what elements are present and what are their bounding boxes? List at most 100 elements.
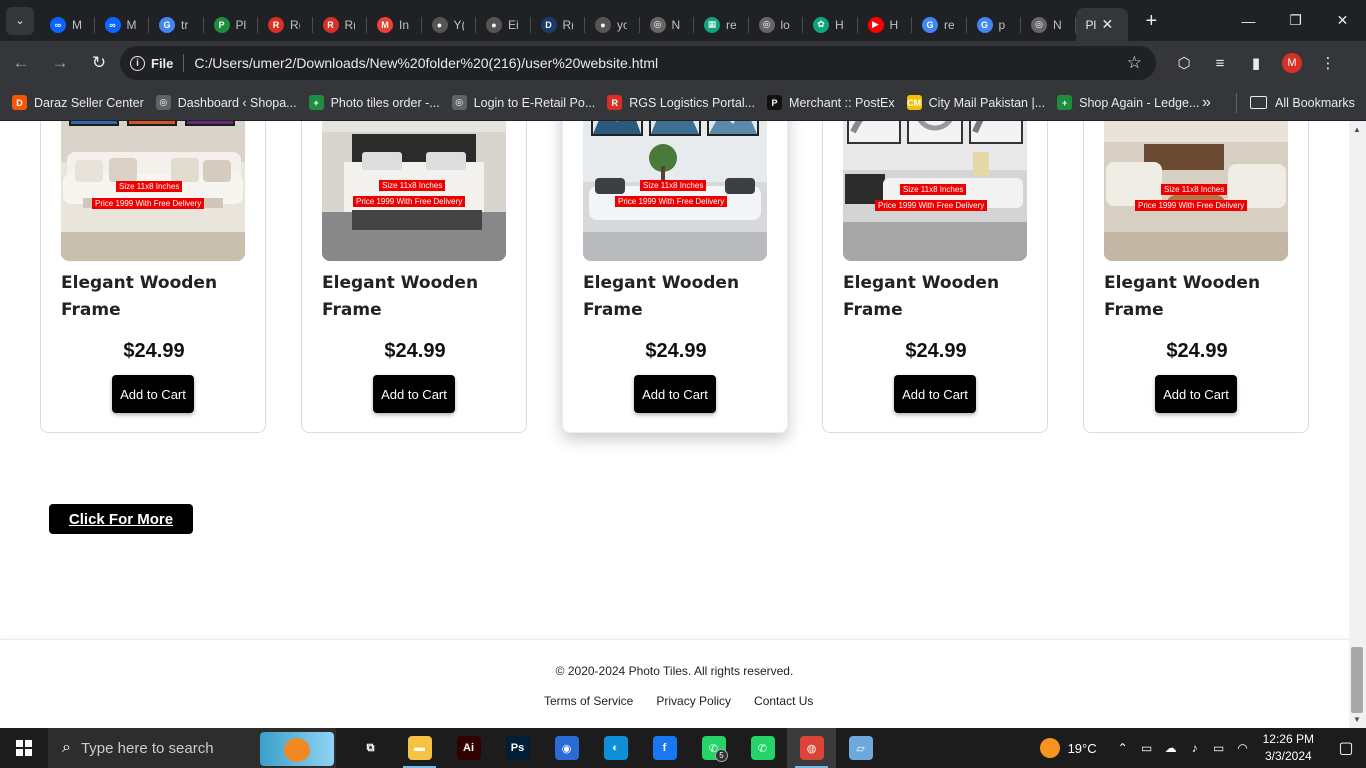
product-image[interactable]: Size 11x8 Inches Price 1999 With Free De…	[322, 121, 506, 261]
taskbar-app-edge[interactable]: ◐	[591, 728, 640, 768]
taskbar-app-whatsapp-web[interactable]: ✆	[738, 728, 787, 768]
taskbar-app-illustrator[interactable]: Ai	[444, 728, 493, 768]
taskbar-app-notepad[interactable]: ▱	[836, 728, 885, 768]
bookmark-item[interactable]: + Photo tiles order -...	[308, 95, 440, 110]
browser-tab[interactable]: ✿ H	[803, 8, 858, 41]
taskbar-app-task-view[interactable]: ⧉	[346, 728, 395, 768]
tray-icons: ⌃ ▭ ☁ ♪ ▭ ◠	[1111, 741, 1255, 755]
illustrator-icon: Ai	[456, 736, 481, 760]
volume-icon[interactable]: ♪	[1183, 741, 1207, 755]
product-image[interactable]: Size 11x8 Inches Price 1999 With Free De…	[61, 121, 245, 261]
browser-tab[interactable]: R R(	[258, 8, 313, 41]
back-button[interactable]: ←	[3, 45, 39, 81]
forward-button[interactable]: →	[42, 45, 78, 81]
new-tab-button[interactable]: +	[1146, 10, 1158, 33]
browser-tab[interactable]: R R(	[313, 8, 368, 41]
browser-tab[interactable]: ● yo	[585, 8, 640, 41]
taskbar-app-chrome[interactable]: ◍	[787, 728, 836, 768]
media-control-icon[interactable]: ≡	[1202, 45, 1238, 81]
page-viewport: Size 11x8 Inches Price 1999 With Free De…	[0, 121, 1349, 728]
browser-tab[interactable]: Gre	[912, 8, 967, 41]
all-bookmarks-button[interactable]: All Bookmarks	[1250, 96, 1355, 110]
contact-link[interactable]: Contact Us	[754, 694, 813, 708]
profile-avatar[interactable]: M	[1282, 53, 1302, 73]
bookmark-item[interactable]: R RGS Logistics Portal...	[607, 95, 755, 110]
add-to-cart-button[interactable]: Add to Cart	[112, 375, 194, 413]
bookmark-item[interactable]: D Daraz Seller Center	[12, 95, 144, 110]
browser-tab[interactable]: ◎ N	[640, 8, 695, 41]
start-button[interactable]	[0, 728, 48, 768]
close-tab-icon[interactable]: ✕	[1102, 16, 1114, 33]
privacy-link[interactable]: Privacy Policy	[656, 694, 731, 708]
meet-icon[interactable]: ▭	[1135, 741, 1159, 755]
bookmarks-overflow-button[interactable]: »	[1202, 94, 1211, 112]
tab-search-button[interactable]: ⌄	[6, 6, 34, 35]
battery-icon[interactable]: ▭	[1207, 741, 1231, 755]
add-to-cart-button[interactable]: Add to Cart	[1155, 375, 1237, 413]
add-to-cart-button[interactable]: Add to Cart	[373, 375, 455, 413]
click-for-more-button[interactable]: Click For More	[49, 504, 193, 534]
scroll-thumb[interactable]	[1351, 647, 1363, 713]
extensions-icon[interactable]: ⬡	[1166, 45, 1202, 81]
browser-tab[interactable]: ◎ N	[1021, 8, 1076, 41]
browser-tab[interactable]: ▶ H	[858, 8, 913, 41]
tab-title: H	[835, 17, 844, 32]
browser-tab[interactable]: ◎ lo	[749, 8, 804, 41]
terms-link[interactable]: Terms of Service	[544, 694, 633, 708]
taskbar-app-whatsapp[interactable]: ✆ 5	[689, 728, 738, 768]
chevron-up-icon[interactable]: ⌃	[1111, 741, 1135, 755]
active-browser-tab[interactable]: Pl ✕	[1075, 8, 1128, 41]
product-image[interactable]: Size 11x8 Inches Price 1999 With Free De…	[1104, 121, 1288, 261]
bookmark-item[interactable]: + Shop Again - Ledge...	[1057, 95, 1199, 110]
url-text[interactable]: C:/Users/umer2/Downloads/New%20folder%20…	[194, 55, 658, 71]
taskbar-search[interactable]: ⌕ Type here to search	[48, 728, 336, 768]
onedrive-icon[interactable]: ☁	[1159, 741, 1183, 755]
page-scrollbar[interactable]: ▲ ▼	[1349, 121, 1366, 728]
bookmark-item[interactable]: P Merchant :: PostEx	[767, 95, 895, 110]
scroll-up-icon[interactable]: ▲	[1353, 125, 1361, 134]
tab-title: lo	[780, 17, 790, 32]
browser-tab[interactable]: Gp	[967, 8, 1022, 41]
bookmark-item[interactable]: ◎ Login to E-Retail Po...	[451, 95, 595, 110]
product-image[interactable]: Size 11x8 Inches Price 1999 With Free De…	[583, 121, 767, 261]
wifi-icon[interactable]: ◠	[1231, 741, 1255, 755]
taskbar-app-photoshop[interactable]: Ps	[493, 728, 542, 768]
taskbar-app-facebook[interactable]: f	[640, 728, 689, 768]
product-card: Size 11x8 Inches Price 1999 With Free De…	[562, 121, 788, 433]
restore-button[interactable]: ❐	[1272, 0, 1319, 41]
reload-button[interactable]: ↻	[81, 45, 117, 81]
taskbar-app-firefox[interactable]: ◉	[542, 728, 591, 768]
add-to-cart-button[interactable]: Add to Cart	[894, 375, 976, 413]
browser-tab[interactable]: ● Y(	[422, 8, 477, 41]
browser-tab[interactable]: P Pl	[204, 8, 259, 41]
taskbar-search-placeholder: Type here to search	[80, 739, 214, 757]
scroll-down-icon[interactable]: ▼	[1353, 715, 1361, 724]
bookmark-star-icon[interactable]: ☆	[1127, 53, 1142, 73]
browser-tab[interactable]: ∞ M	[95, 8, 150, 41]
browser-tab[interactable]: ● Ei	[476, 8, 531, 41]
browser-tab[interactable]: D R(	[531, 8, 586, 41]
bookmark-item[interactable]: ◎ Dashboard ‹ Shopa...	[155, 95, 297, 110]
browser-tab[interactable]: M In	[367, 8, 422, 41]
browser-tab[interactable]: ∞ M	[40, 8, 95, 41]
bookmark-favicon-icon: CM	[906, 95, 922, 110]
browser-tab[interactable]: Gtr	[149, 8, 204, 41]
bookmark-favicon-icon: ◎	[155, 95, 171, 110]
minimize-button[interactable]: —	[1225, 0, 1272, 41]
weather-widget[interactable]: 19°C	[1039, 738, 1097, 758]
clock[interactable]: 12:26 PM 3/3/2024	[1263, 731, 1314, 765]
product-price: $24.99	[905, 340, 967, 362]
product-image[interactable]: Size 11x8 Inches Price 1999 With Free De…	[843, 121, 1027, 261]
browser-tab[interactable]: ▦ re	[694, 8, 749, 41]
add-to-cart-button[interactable]: Add to Cart	[634, 375, 716, 413]
product-name: Elegant Wooden Frame	[61, 273, 218, 320]
site-info-button[interactable]: i File	[130, 55, 173, 71]
address-bar[interactable]: i File C:/Users/umer2/Downloads/New%20fo…	[120, 46, 1156, 80]
tab-title: M	[72, 17, 82, 32]
taskbar-app-file-explorer[interactable]: ▬	[395, 728, 444, 768]
close-window-button[interactable]: ✕	[1319, 0, 1366, 41]
bookmark-item[interactable]: CM City Mail Pakistan |...	[906, 95, 1045, 110]
side-panel-icon[interactable]: ▮	[1238, 45, 1274, 81]
menu-icon[interactable]: ⋮	[1310, 45, 1346, 81]
notification-icon[interactable]: ▢	[1326, 728, 1366, 768]
